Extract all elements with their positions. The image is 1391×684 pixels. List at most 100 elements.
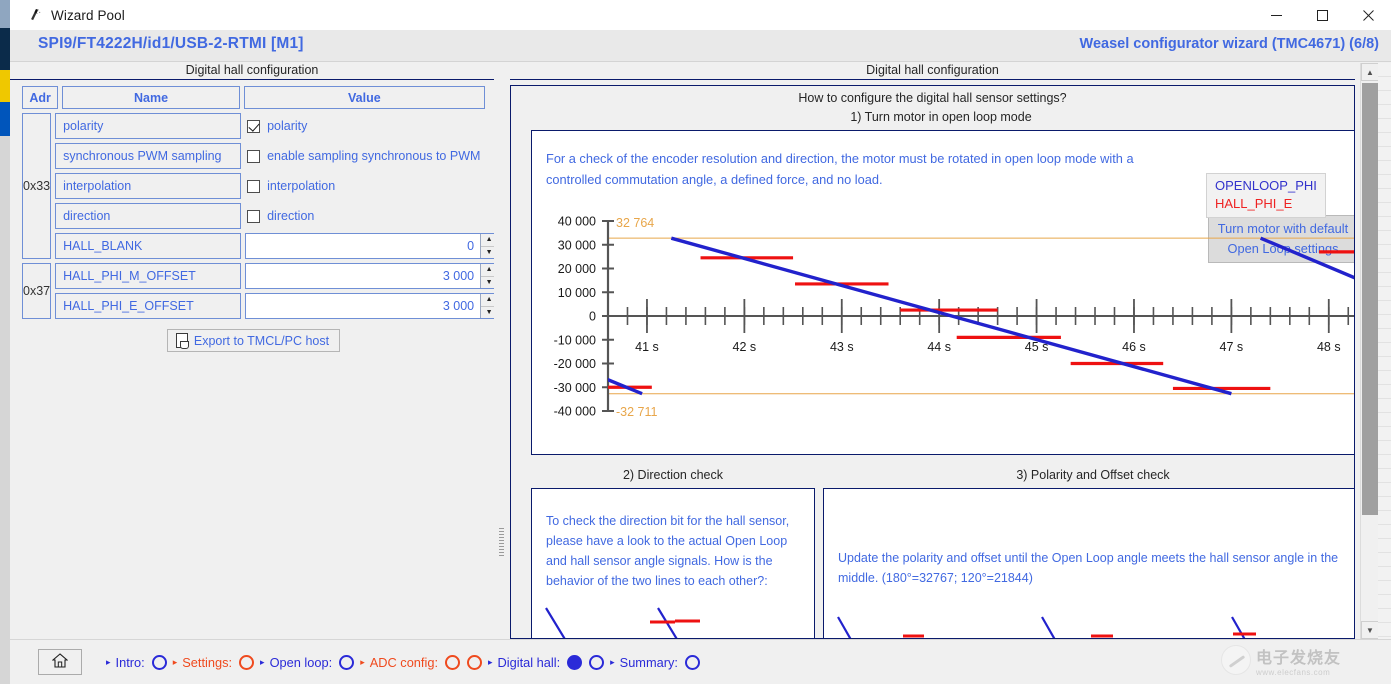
- chart-legend: OPENLOOP_PHI HALL_PHI_E: [1206, 173, 1326, 218]
- checkbox-sync-pwm-label: enable sampling synchronous to PWM: [267, 149, 481, 163]
- checkbox-polarity-wrap[interactable]: polarity: [245, 119, 307, 133]
- step-indicator-dot[interactable]: [151, 654, 167, 670]
- export-button-label: Export to TMCL/PC host: [193, 333, 330, 348]
- step-arrow-icon: ▸: [360, 656, 365, 667]
- checkbox-polarity[interactable]: [247, 119, 261, 133]
- checkbox-interpolation[interactable]: [247, 179, 261, 193]
- svg-text:-40 000: -40 000: [554, 405, 596, 419]
- checkbox-direction[interactable]: [247, 209, 261, 223]
- checkbox-direction-label: direction: [267, 209, 315, 223]
- step-indicator-dot[interactable]: [567, 654, 583, 670]
- table-header-row: Adr Name Value: [22, 86, 485, 109]
- scroll-down-button[interactable]: ▼: [1361, 621, 1379, 639]
- step-indicator-dot[interactable]: [589, 654, 605, 670]
- step-indicator-dot[interactable]: [684, 654, 700, 670]
- svg-text:20 000: 20 000: [558, 262, 596, 276]
- home-button[interactable]: [38, 649, 82, 675]
- left-group-title: Digital hall configuration: [10, 63, 494, 80]
- window-title: Wizard Pool: [51, 7, 125, 23]
- step-indicator-dot[interactable]: [339, 654, 355, 670]
- section2-direction-check: To check the direction bit for the hall …: [531, 488, 815, 638]
- minimize-button[interactable]: [1253, 0, 1299, 30]
- maximize-button[interactable]: [1299, 0, 1345, 30]
- row-name-sync-pwm: synchronous PWM sampling: [55, 143, 242, 169]
- left-pane: Digital hall configuration Adr Name Valu…: [10, 63, 499, 639]
- chart-svg: 40 000 30 000 20 000 10 000 0 -10 000 -20 000 -…: [554, 215, 1354, 419]
- rows-column: HALL_PHI_M_OFFSET ▲ ▼: [55, 263, 499, 319]
- table-row: HALL_PHI_E_OFFSET ▲ ▼: [55, 293, 499, 319]
- svg-text:48 s: 48 s: [1317, 340, 1341, 354]
- row-value-interpolation: interpolation: [245, 173, 498, 199]
- wizard-steps: ▸ Intro: ▸ Settings: ▸ Open loop: ▸ ADC config:…: [106, 654, 700, 670]
- vertical-scrollbar[interactable]: ▲ ▼: [1360, 63, 1379, 639]
- register-table: Adr Name Value 0x33 polarity polarity sy…: [22, 86, 499, 352]
- step-label: Open loop:: [269, 654, 333, 670]
- svg-text:32 764: 32 764: [616, 216, 654, 230]
- wizard-step-openloop[interactable]: ▸ Open loop:: [260, 654, 355, 670]
- section1-open-loop: For a check of the encoder resolution an…: [531, 130, 1354, 455]
- spinner-hall-blank[interactable]: ▲ ▼: [245, 233, 499, 259]
- checkbox-interpolation-wrap[interactable]: interpolation: [245, 179, 335, 193]
- export-to-tmcl-button[interactable]: Export to TMCL/PC host: [166, 329, 341, 352]
- legend-openloop-phi: OPENLOOP_PHI: [1215, 178, 1317, 193]
- input-hall-blank[interactable]: [246, 234, 481, 258]
- step-arrow-icon: ▸: [488, 656, 493, 667]
- step-arrow-icon: ▸: [172, 656, 178, 667]
- close-button[interactable]: [1345, 0, 1391, 30]
- checkbox-sync-pwm-wrap[interactable]: enable sampling synchronous to PWM: [245, 149, 480, 163]
- wizard-step-settings[interactable]: ▸ Settings:: [172, 654, 255, 670]
- scrollbar-thumb[interactable]: [1362, 83, 1378, 515]
- wizard-step-adcconfig[interactable]: ▸ ADC config:: [360, 654, 482, 670]
- checkbox-direction-wrap[interactable]: direction: [245, 209, 314, 223]
- row-name-polarity: polarity: [55, 113, 242, 139]
- document-export-icon: [175, 333, 189, 349]
- spinner-hall-phi-m-offset[interactable]: ▲ ▼: [245, 263, 499, 289]
- svg-text:47 s: 47 s: [1220, 340, 1244, 354]
- step-label: Summary:: [619, 654, 678, 670]
- wizard-step-intro[interactable]: ▸ Intro:: [106, 654, 167, 670]
- input-hall-phi-e-offset[interactable]: [246, 294, 481, 318]
- input-hall-phi-m-offset[interactable]: [246, 264, 481, 288]
- step-indicator-dot[interactable]: [445, 654, 460, 670]
- step-indicator-dot[interactable]: [467, 654, 482, 670]
- open-loop-chart: 40 000 30 000 20 000 10 000 0 -10 000 -20 000 -…: [532, 211, 1354, 451]
- rail-segment-top: [0, 0, 10, 28]
- svg-text:0: 0: [589, 310, 596, 324]
- step-label: Digital hall:: [497, 654, 561, 670]
- status-bar: ▸ Intro: ▸ Settings: ▸ Open loop: ▸ ADC config:…: [10, 639, 1391, 684]
- rail-segment-blue: [0, 102, 10, 136]
- svg-text:41 s: 41 s: [635, 340, 659, 354]
- section3-text: Update the polarity and offset until the…: [838, 551, 1339, 585]
- register-group-0x33: 0x33 polarity polarity synchronous PWM s…: [22, 113, 499, 259]
- spinner-hall-phi-e-offset[interactable]: ▲ ▼: [245, 293, 499, 319]
- section1-text: For a check of the encoder resolution an…: [546, 151, 1134, 187]
- section3-label: 3) Polarity and Offset check: [1016, 468, 1170, 482]
- column-header-name: Name: [62, 86, 240, 109]
- right-pane: Digital hall configuration How to config…: [510, 63, 1374, 639]
- wizard-step-summary[interactable]: ▸ Summary:: [610, 654, 700, 670]
- section1-label: 1) Turn motor in open loop mode: [850, 110, 1032, 124]
- svg-text:40 000: 40 000: [558, 215, 596, 229]
- svg-text:43 s: 43 s: [830, 340, 854, 354]
- svg-text:10 000: 10 000: [558, 286, 596, 300]
- section3-polarity-offset-check: Update the polarity and offset until the…: [823, 488, 1354, 638]
- checkbox-sync-pwm[interactable]: [247, 149, 261, 163]
- export-row: Export to TMCL/PC host: [22, 329, 485, 352]
- step-indicator-dot[interactable]: [239, 654, 255, 670]
- row-name-interpolation: interpolation: [55, 173, 242, 199]
- pane-splitter[interactable]: [494, 63, 510, 639]
- row-name-hall-phi-e-offset: HALL_PHI_E_OFFSET: [55, 293, 242, 319]
- scrollbar-side-grid: [1378, 63, 1391, 639]
- wizard-step-digitalhall[interactable]: ▸ Digital hall:: [488, 654, 605, 670]
- table-row: synchronous PWM sampling enable sampling…: [55, 143, 498, 169]
- checkbox-interpolation-label: interpolation: [267, 179, 336, 193]
- step-label: ADC config:: [369, 654, 438, 670]
- splitter-grip-icon[interactable]: [499, 528, 504, 556]
- row-name-direction: direction: [55, 203, 242, 229]
- row-value-hall-phi-m-offset: ▲ ▼: [245, 263, 499, 289]
- adr-cell-0x33: 0x33: [22, 113, 52, 259]
- step-arrow-icon: ▸: [106, 656, 111, 667]
- wizard-title-label: Weasel configurator wizard (TMC4671) (6/…: [1079, 36, 1379, 52]
- scroll-up-button[interactable]: ▲: [1361, 63, 1379, 81]
- step-arrow-icon: ▸: [610, 656, 615, 667]
